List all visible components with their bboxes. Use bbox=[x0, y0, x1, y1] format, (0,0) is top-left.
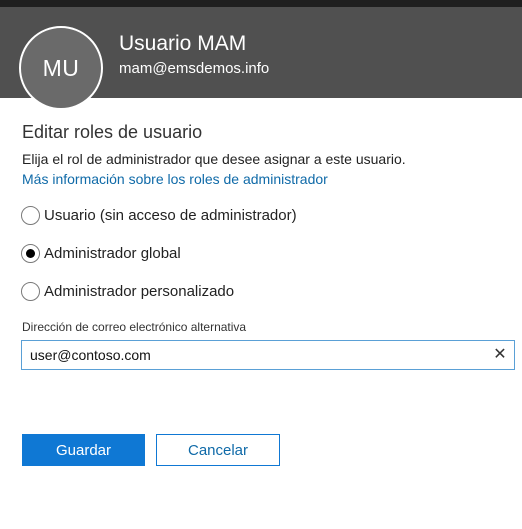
radio-button[interactable] bbox=[21, 205, 40, 225]
alternate-email-field[interactable]: ✕ bbox=[21, 340, 515, 370]
role-option-label: Administrador global bbox=[44, 244, 181, 262]
close-icon[interactable]: ✕ bbox=[492, 346, 508, 364]
user-display-name: Usuario MAM bbox=[119, 32, 247, 55]
cancel-button[interactable]: Cancelar bbox=[156, 434, 280, 466]
page-title: Editar roles de usuario bbox=[22, 122, 203, 142]
save-button[interactable]: Guardar bbox=[22, 434, 145, 466]
radio-button[interactable] bbox=[21, 281, 40, 301]
role-option-label: Usuario (sin acceso de administrador) bbox=[44, 206, 297, 224]
role-option-label: Administrador personalizado bbox=[44, 282, 235, 300]
alternate-email-input[interactable] bbox=[30, 345, 490, 365]
avatar: MU bbox=[19, 26, 103, 110]
radio-button-selected[interactable] bbox=[21, 243, 40, 263]
top-window-strip bbox=[0, 0, 522, 7]
alternate-email-label: Dirección de correo electrónico alternat… bbox=[22, 320, 247, 334]
avatar-initials: MU bbox=[42, 54, 80, 81]
learn-more-link[interactable]: Más información sobre los roles de admin… bbox=[22, 171, 328, 187]
role-option-custom-admin[interactable]: Administrador personalizado bbox=[21, 280, 234, 302]
user-email: mam@emsdemos.info bbox=[119, 60, 270, 77]
role-option-user[interactable]: Usuario (sin acceso de administrador) bbox=[21, 204, 297, 226]
role-option-global-admin[interactable]: Administrador global bbox=[21, 242, 181, 264]
role-description: Elija el rol de administrador que desee … bbox=[22, 151, 406, 167]
